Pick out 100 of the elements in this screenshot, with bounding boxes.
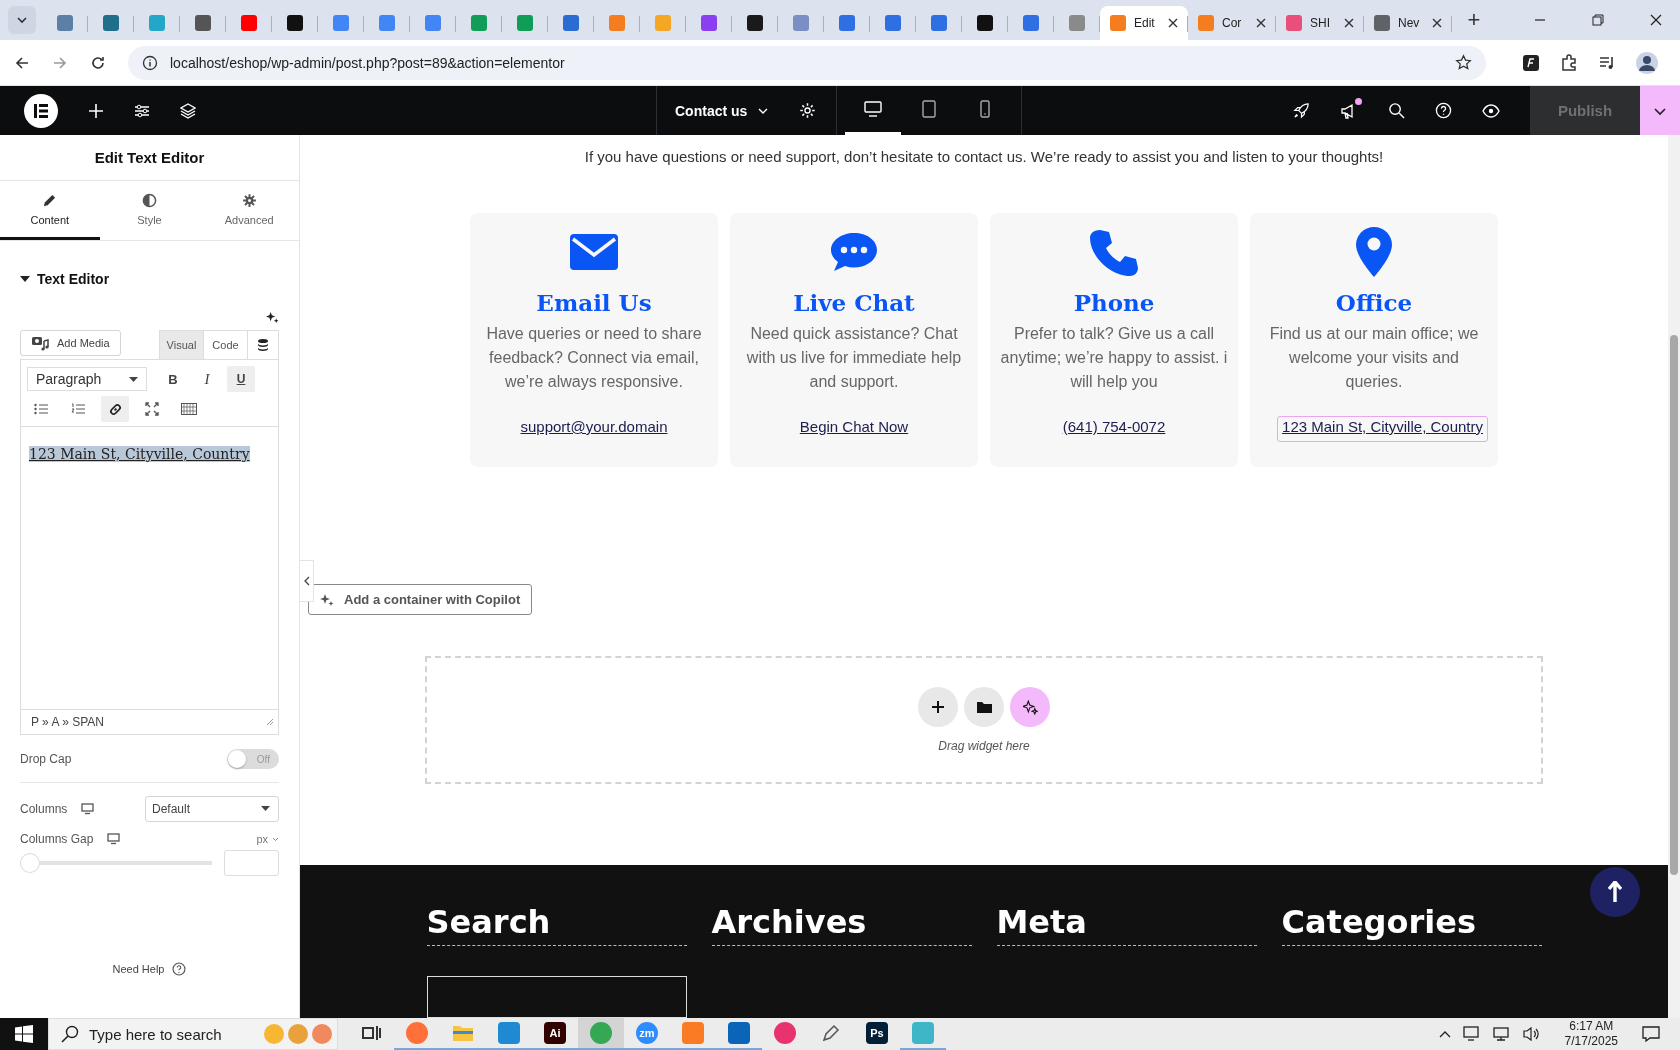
card-text: Need quick assistance? Chat with us live for immediate help and support. [745, 324, 963, 392]
add-media-button[interactable]: Add Media [20, 330, 121, 356]
panel-tab[interactable]: Style [99, 181, 200, 240]
logo-icon[interactable] [24, 93, 58, 128]
gap-input[interactable] [224, 850, 279, 876]
star-icon[interactable] [1455, 54, 1472, 71]
contact-link[interactable]: support@your.domain [515, 416, 673, 438]
layers-icon[interactable] [180, 102, 196, 119]
volume-icon[interactable] [1522, 1026, 1541, 1042]
add-icon[interactable] [88, 102, 104, 119]
puzzle-icon[interactable] [1560, 53, 1578, 72]
sparkle-icon [1022, 699, 1038, 715]
clock-date[interactable]: 7/17/2025 [1564, 1034, 1618, 1049]
underline-button[interactable]: U [227, 366, 255, 392]
caret-icon [261, 806, 270, 812]
settings-icon[interactable] [134, 102, 150, 119]
collapse-caret-icon[interactable] [20, 275, 30, 283]
link-icon [107, 401, 123, 417]
fullscreen-icon [145, 402, 159, 416]
emoji-icon [311, 1023, 333, 1045]
rocket-icon[interactable] [1293, 102, 1310, 119]
plus-icon [931, 700, 945, 714]
taskbar-search-field[interactable]: Type here to search [48, 1018, 338, 1050]
chevron-up-icon[interactable] [1438, 1030, 1451, 1038]
template-library-button[interactable] [964, 687, 1004, 727]
help-link[interactable]: Need Help [112, 963, 165, 975]
columns-dropdown[interactable]: Default [145, 796, 279, 822]
scroll-to-top-button[interactable] [1590, 867, 1640, 917]
bold-button[interactable]: B [159, 366, 187, 392]
clock-time[interactable]: 6:17 AM [1569, 1019, 1614, 1034]
browser-tab[interactable]: Cor [1188, 6, 1276, 40]
windows-icon [15, 1025, 33, 1043]
back-icon[interactable] [14, 54, 30, 71]
reload-icon[interactable] [90, 54, 106, 71]
contact-link[interactable]: 123 Main St, Cityville, Country [1277, 416, 1488, 442]
preview-icon[interactable] [1482, 103, 1500, 118]
panel-tab[interactable]: Advanced [199, 181, 299, 240]
tab-search-button[interactable] [8, 6, 36, 34]
text-editor-field[interactable]: 123 Main St, Cityville, Country [21, 427, 278, 709]
extension-icon[interactable] [1522, 53, 1540, 72]
search-icon[interactable] [1388, 102, 1405, 119]
sparkle-icon[interactable] [266, 311, 279, 324]
notifications-icon[interactable] [1642, 1025, 1660, 1043]
browser-tab[interactable]: SHI [1276, 6, 1364, 40]
contrast-icon [142, 192, 157, 208]
close-icon[interactable] [1168, 18, 1178, 28]
page-dropdown[interactable]: Contact us [675, 102, 770, 119]
info-icon[interactable] [142, 54, 158, 71]
italic-button[interactable]: I [193, 366, 221, 392]
search-field[interactable] [426, 976, 687, 1018]
browser-tab[interactable]: Nev [1364, 6, 1452, 40]
unit-dropdown[interactable]: px [256, 833, 279, 845]
numbered-list-icon [71, 403, 85, 415]
format-dropdown[interactable]: Paragraph [27, 367, 147, 391]
toolbar-toggle-icon [181, 403, 197, 415]
editor-mode-tab[interactable]: Visual [160, 331, 204, 359]
card-text: Have queries or need to share feedback? Connect via email, we’re always responsive. [485, 324, 703, 392]
link-button[interactable] [101, 396, 129, 422]
desktop-icon [864, 101, 883, 117]
caret-icon [272, 836, 279, 842]
start-button[interactable] [0, 1018, 48, 1050]
contact-link[interactable]: Begin Chat Now [794, 416, 914, 438]
forward-icon[interactable] [52, 54, 68, 71]
tablet-icon [922, 100, 937, 118]
database-icon[interactable] [257, 338, 269, 352]
avatar-icon[interactable] [1636, 51, 1658, 74]
add-section-button[interactable] [918, 687, 958, 727]
caret-icon [16, 14, 28, 26]
browser-tab[interactable]: Edit [1100, 6, 1188, 40]
monitor-icon[interactable] [81, 803, 95, 815]
help-icon[interactable] [172, 962, 187, 976]
network-icon[interactable] [1462, 1026, 1481, 1042]
monitor-icon[interactable] [107, 833, 121, 845]
phone-icon [980, 100, 991, 118]
close-icon[interactable] [1256, 18, 1266, 28]
close-icon[interactable] [1344, 18, 1354, 28]
ai-button[interactable] [1010, 687, 1050, 727]
editor-mode-tab[interactable]: Code [204, 331, 248, 359]
address-field[interactable]: localhost/eshop/wp-admin/post.php?post=89&action=elementor [128, 45, 1486, 80]
sparkle-icon [320, 592, 334, 607]
contact-link[interactable]: (641) 754-0072 [1057, 416, 1171, 438]
search-icon [61, 1025, 79, 1043]
settings-icon[interactable] [799, 102, 817, 119]
copilot-button[interactable]: Add a container with Copilot [308, 584, 533, 615]
panel-tab[interactable]: Content [0, 181, 100, 240]
resize-grip-icon[interactable] [266, 718, 274, 726]
close-icon[interactable] [1432, 18, 1442, 28]
url-text: localhost/eshop/wp-admin/post.php?post=89&action=elementor [170, 54, 565, 71]
taskbar-app-button[interactable]: Ps [854, 1018, 900, 1050]
scrollbar[interactable] [1668, 135, 1680, 1018]
media-icon [31, 335, 49, 351]
restore-icon[interactable] [1592, 14, 1604, 26]
tab-title: Edit [1134, 16, 1156, 30]
card-title: Email Us [536, 289, 652, 316]
close-icon[interactable] [1650, 14, 1662, 26]
display-icon[interactable] [1492, 1026, 1511, 1042]
location-pin-icon [1356, 227, 1392, 277]
tab-title: SHI [1310, 16, 1331, 30]
widget-title: Categories [1281, 903, 1542, 946]
new-tab-button[interactable]: + [1458, 7, 1490, 33]
